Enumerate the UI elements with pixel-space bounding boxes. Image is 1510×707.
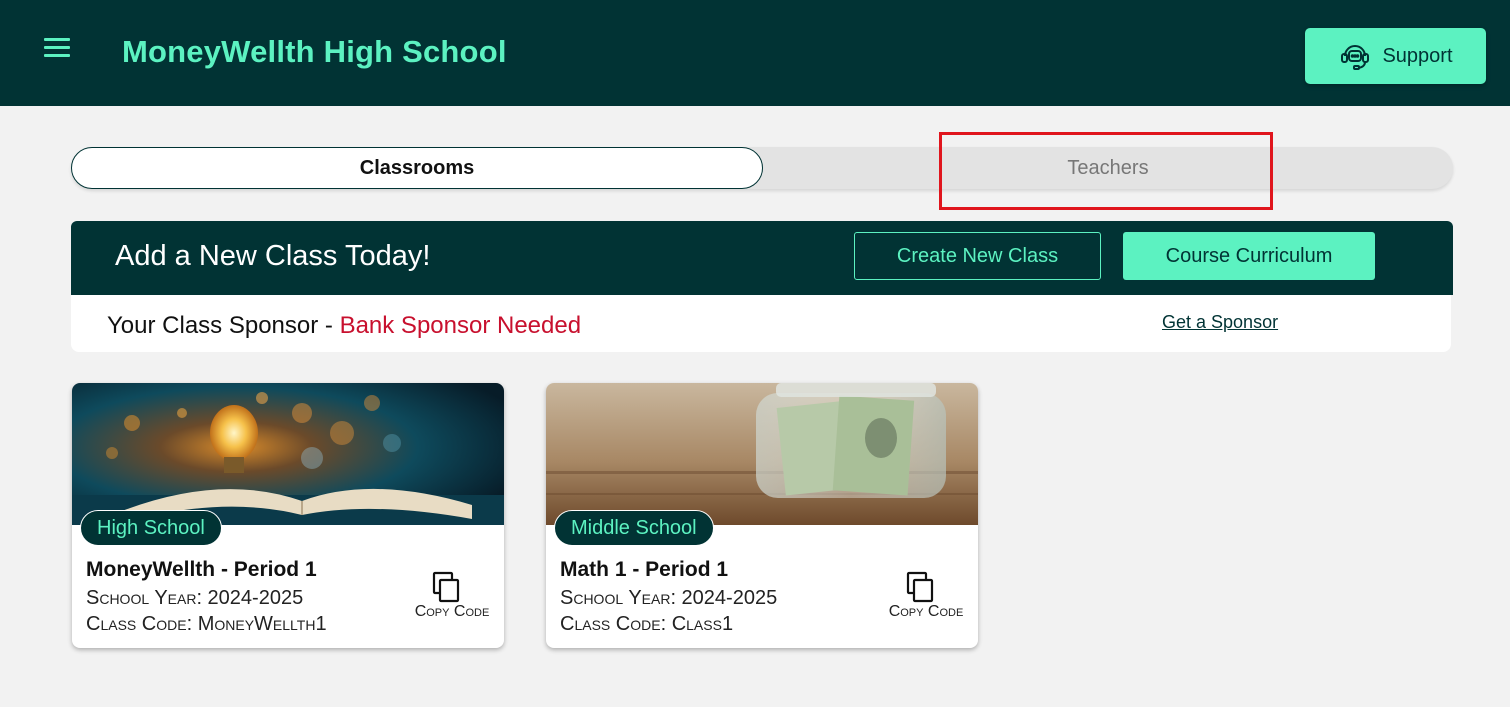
money-jar-image [546,383,978,525]
class-title: Math 1 - Period 1 [560,558,729,581]
create-new-class-button[interactable]: Create New Class [854,232,1101,280]
get-sponsor-link[interactable]: Get a Sponsor [1162,312,1278,333]
school-year: School Year: 2024-2025 [86,587,304,609]
headset-chat-icon [1341,45,1370,70]
copy-code-button[interactable]: Copy Code [410,571,494,623]
level-badge: Middle School [554,510,714,546]
sponsor-text: Your Class Sponsor - Bank Sponsor Needed [107,312,581,340]
banner-title: Add a New Class Today! [115,240,431,272]
class-code: Class Code: MoneyWellth1 [86,613,327,635]
class-title: MoneyWellth - Period 1 [86,558,317,581]
top-app-bar: MoneyWellth High School Support [0,0,1510,106]
class-card[interactable]: Middle School Math 1 - Period 1 School Y… [546,383,978,648]
lightbulb-book-coins-image [72,383,504,525]
support-button-label: Support [1382,44,1453,67]
tab-classrooms[interactable]: Classrooms [71,147,763,189]
sponsor-status: Bank Sponsor Needed [339,312,582,339]
highlight-box [939,132,1273,210]
class-card[interactable]: High School MoneyWellth - Period 1 Schoo… [72,383,504,648]
support-button[interactable]: Support [1305,28,1486,84]
add-class-banner: Add a New Class Today! Create New Class … [71,221,1453,295]
copy-code-button[interactable]: Copy Code [884,571,968,623]
hamburger-menu-icon[interactable] [40,38,74,64]
sponsor-prefix: Your Class Sponsor - [107,312,340,339]
class-code: Class Code: Class1 [560,613,734,635]
copy-icon [432,571,460,603]
school-year: School Year: 2024-2025 [560,587,778,609]
sponsor-bar: Your Class Sponsor - Bank Sponsor Needed… [71,295,1451,352]
copy-code-label: Copy Code [888,603,964,620]
level-badge: High School [80,510,222,546]
app-title: MoneyWellth High School [122,34,507,69]
copy-code-label: Copy Code [414,603,490,620]
copy-icon [906,571,934,603]
course-curriculum-button[interactable]: Course Curriculum [1123,232,1375,280]
